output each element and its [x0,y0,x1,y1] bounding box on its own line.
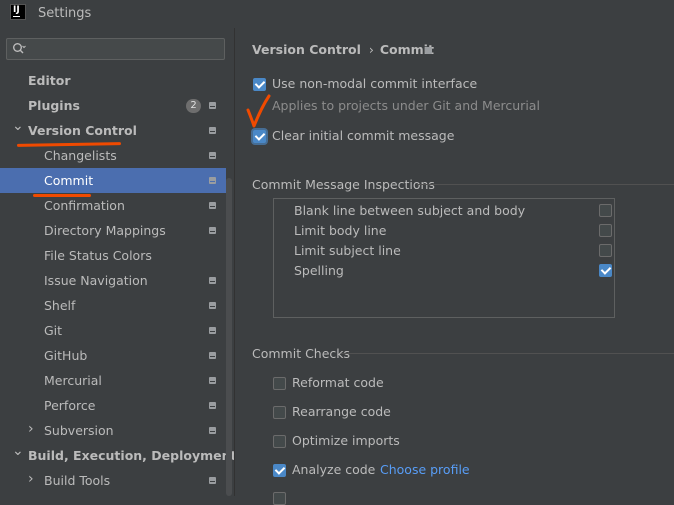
sidebar-item[interactable]: Commit [0,168,226,193]
inspection-checkbox[interactable] [599,244,612,257]
sidebar-item[interactable]: › Build Tools [0,468,226,493]
chevron-right-icon[interactable]: › [28,417,34,442]
inspection-label: Limit subject line [294,243,401,258]
sidebar-item-label: Changelists [44,148,117,163]
chevron-right-icon[interactable]: › [28,467,34,492]
project-scope-icon [209,302,216,309]
clear-initial-message-label[interactable]: Clear initial commit message [272,128,454,143]
sidebar-item-label: Issue Navigation [44,273,148,288]
sidebar-item-label: Build, Execution, Deployment [28,448,237,463]
inspection-checkbox[interactable] [599,204,612,217]
sidebar-item-label: Commit [44,173,94,188]
sidebar-item-label: Editor [28,73,71,88]
sidebar-scrollbar[interactable] [226,178,232,496]
search-icon [13,43,26,54]
section-divider [341,353,674,354]
project-scope-icon [209,377,216,384]
commit-check-label[interactable]: Analyze code [292,462,375,477]
project-scope-icon [209,127,216,134]
window-title: Settings [38,6,92,21]
project-scope-icon [209,277,216,284]
sidebar-item[interactable]: Mercurial [0,368,226,393]
search-input[interactable] [6,38,225,60]
sidebar-item-label: Version Control [28,123,137,138]
commit-check-checkbox[interactable] [273,406,286,419]
sidebar-item[interactable]: Directory Mappings [0,218,226,243]
commit-check-checkbox[interactable] [273,377,286,390]
project-scope-icon [209,352,216,359]
breadcrumb: Version Control › Commit [252,42,434,57]
commit-check-label[interactable]: Reformat code [292,375,384,390]
sidebar-item-label: Shelf [44,298,76,313]
breadcrumb-parent[interactable]: Version Control [252,42,361,57]
sidebar-item[interactable]: Perforce [0,393,226,418]
inspections-section-title: Commit Message Inspections [252,177,435,192]
sidebar-item[interactable]: Shelf [0,293,226,318]
project-scope-icon [209,102,216,109]
project-scope-icon [209,402,216,409]
sidebar-item[interactable]: Plugins 2 [0,93,226,118]
checks-section-title: Commit Checks [252,346,351,361]
clear-initial-message-checkbox[interactable] [253,130,266,143]
commit-check-label[interactable]: Rearrange code [292,404,391,419]
section-divider [417,184,674,185]
non-modal-hint: Applies to projects under Git and Mercur… [272,98,540,113]
app-logo-icon: IJ [10,4,26,20]
project-scope-icon [209,177,216,184]
settings-sidebar: Editor Plugins 2 ⌄ Version Control Changelist… [0,28,236,496]
annotation-checkmark-icon [246,94,271,128]
commit-check-checkbox[interactable] [273,464,286,477]
project-scope-icon [425,47,432,54]
annotation-underline-commit [33,194,91,197]
project-scope-icon [209,427,216,434]
inspection-label: Blank line between subject and body [294,203,526,218]
project-scope-icon [209,152,216,159]
non-modal-label[interactable]: Use non-modal commit interface [272,76,477,91]
sidebar-item-label: File Status Colors [44,248,152,263]
sidebar-item-label: Perforce [44,398,96,413]
project-scope-icon [209,477,216,484]
commit-settings-panel: Version Control › Commit Use non-modal com… [235,28,674,505]
sidebar-item-label: Git [44,323,63,338]
non-modal-checkbox[interactable] [253,78,266,91]
sidebar-item-label: Mercurial [44,373,102,388]
inspections-list: Blank line between subject and body Limit… [273,198,615,318]
sidebar-item[interactable]: ⌄ Version Control [0,118,226,143]
sidebar-item[interactable]: › Subversion [0,418,226,443]
sidebar-item[interactable]: Editor [0,68,226,93]
sidebar-item-label: Directory Mappings [44,223,166,238]
project-scope-icon [209,327,216,334]
sidebar-item-label: Subversion [44,423,114,438]
commit-check-checkbox[interactable] [273,435,286,448]
sidebar-item[interactable]: Git [0,318,226,343]
chevron-down-icon[interactable]: ⌄ [12,114,24,139]
sidebar-item[interactable]: ⌄ Build, Execution, Deployment [0,443,236,468]
project-scope-icon [209,202,216,209]
sidebar-item[interactable]: Changelists [0,143,226,168]
chevron-down-icon[interactable]: ⌄ [12,439,24,464]
sidebar-item-label: Plugins [28,98,80,113]
project-scope-icon [209,227,216,234]
update-count-badge: 2 [186,99,201,113]
inspection-label: Limit body line [294,223,387,238]
sidebar-item[interactable]: File Status Colors [0,243,226,268]
sidebar-item-label: Build Tools [44,473,111,488]
commit-check-label[interactable]: Optimize imports [292,433,400,448]
sidebar-item[interactable]: Issue Navigation [0,268,226,293]
commit-check-checkbox[interactable] [273,492,286,505]
inspection-checkbox[interactable] [599,264,612,277]
inspection-label: Spelling [294,263,344,278]
inspection-checkbox[interactable] [599,224,612,237]
choose-profile-link[interactable]: Choose profile [380,462,470,477]
breadcrumb-separator: › [368,42,374,57]
sidebar-item-label: GitHub [44,348,88,363]
sidebar-item[interactable]: GitHub [0,343,226,368]
title-bar: IJ Settings [0,0,674,28]
